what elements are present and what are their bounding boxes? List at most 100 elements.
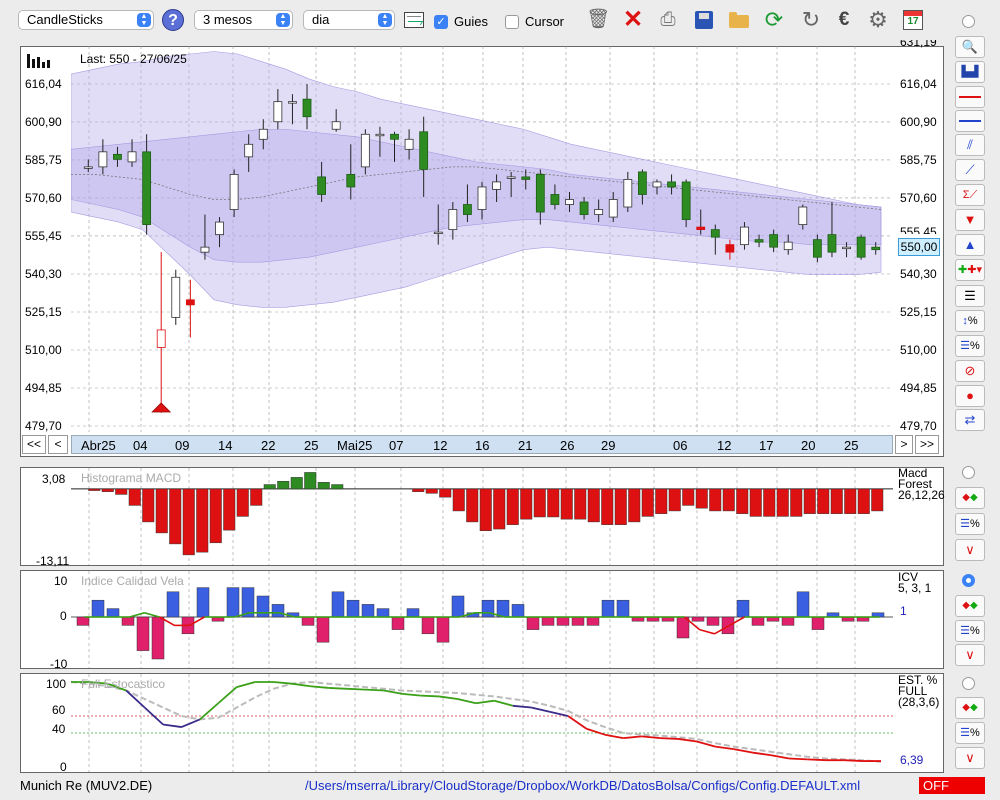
print-icon[interactable]: ⎙ <box>655 7 681 33</box>
blue-line-icon[interactable] <box>955 110 985 132</box>
macd-bar <box>331 484 344 490</box>
icv-curve-icon[interactable]: ∨ <box>955 644 985 666</box>
candle-body <box>842 246 851 250</box>
icv-bar <box>586 616 600 626</box>
icv-bar <box>361 604 375 618</box>
nav-next-button[interactable]: > <box>895 435 913 454</box>
calendar-icon[interactable]: 17 <box>900 7 926 33</box>
lines-icon[interactable]: ☰ <box>955 285 985 307</box>
macd-bar <box>101 488 114 492</box>
macd-chart[interactable] <box>71 468 893 565</box>
macd-bar <box>263 484 276 490</box>
euro-icon[interactable]: € <box>831 7 857 33</box>
folder-icon[interactable] <box>726 7 752 33</box>
candle-body <box>317 176 327 195</box>
stoch-move-icon[interactable]: ◆◆ <box>955 697 985 719</box>
guies-label: Guies <box>454 14 488 29</box>
refresh-icon[interactable]: ⟳ <box>761 7 787 33</box>
macd-radio[interactable] <box>962 466 975 479</box>
scale-percent-icon[interactable]: ↕% <box>955 310 985 332</box>
period-select[interactable]: 3 mesos ▲ ▼ <box>194 10 293 30</box>
icv-move-icon[interactable]: ◆◆ <box>955 595 985 617</box>
macd-bar <box>668 488 681 512</box>
y-tick-label-right: 540,30 <box>900 266 937 281</box>
channel-icon[interactable]: ⫽ <box>955 134 985 156</box>
status-badge[interactable]: OFF <box>919 777 985 794</box>
macd-bar <box>776 488 789 517</box>
chart-type-select[interactable]: CandleSticks ▲ ▼ <box>18 10 154 30</box>
record-icon[interactable]: ● <box>955 385 985 407</box>
candle-body <box>696 226 706 230</box>
nav-first-button[interactable]: << <box>22 435 46 454</box>
stoch-k-line <box>310 685 329 689</box>
main-radio[interactable] <box>962 15 975 28</box>
y-tick-label-right: 525,15 <box>900 304 937 319</box>
trendline-icon[interactable]: ⟋ <box>955 159 985 181</box>
y-tick-label-right: 494,85 <box>900 380 937 395</box>
swap-icon[interactable]: ⇄ <box>955 409 985 431</box>
add-remove-indicator-icon[interactable]: ✚✚▾ <box>955 259 985 281</box>
stoch-k-line <box>660 737 679 740</box>
icv-chart[interactable] <box>71 571 893 668</box>
stoch-curve-icon[interactable]: ∨ <box>955 747 985 769</box>
icv-params: 5, 3, 1 <box>898 581 932 595</box>
icv-bar <box>541 616 555 626</box>
fibonacci-icon[interactable]: Σ⟋ <box>955 184 985 206</box>
stoch-chart[interactable] <box>71 674 893 772</box>
stop-icon[interactable]: ⊘ <box>955 360 985 382</box>
icv-bar <box>256 595 270 618</box>
stoch-radio[interactable] <box>962 677 975 690</box>
icv-radio[interactable] <box>962 574 975 587</box>
stoch-k-line <box>181 718 201 728</box>
candle-body <box>521 176 531 180</box>
x-tick-label: 12 <box>433 438 448 453</box>
macd-bar <box>142 488 155 523</box>
sync-icon[interactable]: ↻ <box>798 7 824 33</box>
arrow-up-icon[interactable]: ▲ <box>955 234 985 256</box>
arrow-down-icon[interactable]: ▼ <box>955 209 985 231</box>
guies-checkbox[interactable]: ✓ <box>434 15 448 29</box>
nav-last-button[interactable]: >> <box>915 435 939 454</box>
save-icon[interactable] <box>691 7 717 33</box>
config-path[interactable]: /Users/mserra/Library/CloudStorage/Dropb… <box>305 778 860 793</box>
help-button[interactable]: ? <box>162 9 184 31</box>
macd-move-icon[interactable]: ◆◆ <box>955 487 985 509</box>
icv-title: Indice Calidad Vela <box>81 574 184 588</box>
icv-bar <box>391 616 405 630</box>
icv-scale-icon[interactable]: ☰% <box>955 620 985 642</box>
macd-scale-icon[interactable]: ☰% <box>955 513 985 535</box>
candle-body <box>754 239 764 243</box>
y-tick-label-right: 510,00 <box>900 342 937 357</box>
close-icon[interactable]: ✕ <box>620 7 646 33</box>
interval-select[interactable]: dia ▲ ▼ <box>303 10 395 30</box>
zoom-icon[interactable]: 🔍 <box>955 36 985 58</box>
icv-bar <box>91 599 105 618</box>
candle-body <box>258 128 268 140</box>
cursor-checkbox[interactable] <box>505 15 519 29</box>
macd-bar <box>452 488 465 512</box>
nav-prev-button[interactable]: < <box>48 435 68 454</box>
scale-lines-percent-icon[interactable]: ☰% <box>955 335 985 357</box>
macd-curve-icon[interactable]: ∨ <box>955 539 985 561</box>
price-chart[interactable] <box>71 46 893 432</box>
last-price-label: Last: 550 - 27/06/25 <box>80 52 187 66</box>
y-tick-label-left: 555,45 <box>25 228 62 243</box>
candle-body <box>579 201 589 215</box>
x-tick-label: 14 <box>218 438 233 453</box>
macd-params: 26,12,26 <box>898 488 945 502</box>
stoch-scale-icon[interactable]: ☰% <box>955 722 985 744</box>
gear-icon[interactable]: ⚙ <box>865 7 891 33</box>
volume-chart-icon[interactable]: ▙▟ <box>955 61 985 83</box>
macd-ymax: 3,08 <box>42 472 66 486</box>
period-value: 3 mesos <box>203 12 253 27</box>
stoch-k-line <box>162 723 182 728</box>
y-tick-label-left: 616,04 <box>25 77 62 91</box>
candle-body <box>667 181 676 188</box>
trash-icon[interactable]: 🗑 <box>585 7 611 33</box>
candle-body <box>856 236 866 258</box>
chart-window-icon[interactable] <box>404 12 424 28</box>
macd-bar <box>547 488 560 518</box>
x-tick-label: Mai25 <box>337 438 373 453</box>
red-line-icon[interactable] <box>955 86 985 108</box>
stoch-k-line <box>770 754 790 760</box>
